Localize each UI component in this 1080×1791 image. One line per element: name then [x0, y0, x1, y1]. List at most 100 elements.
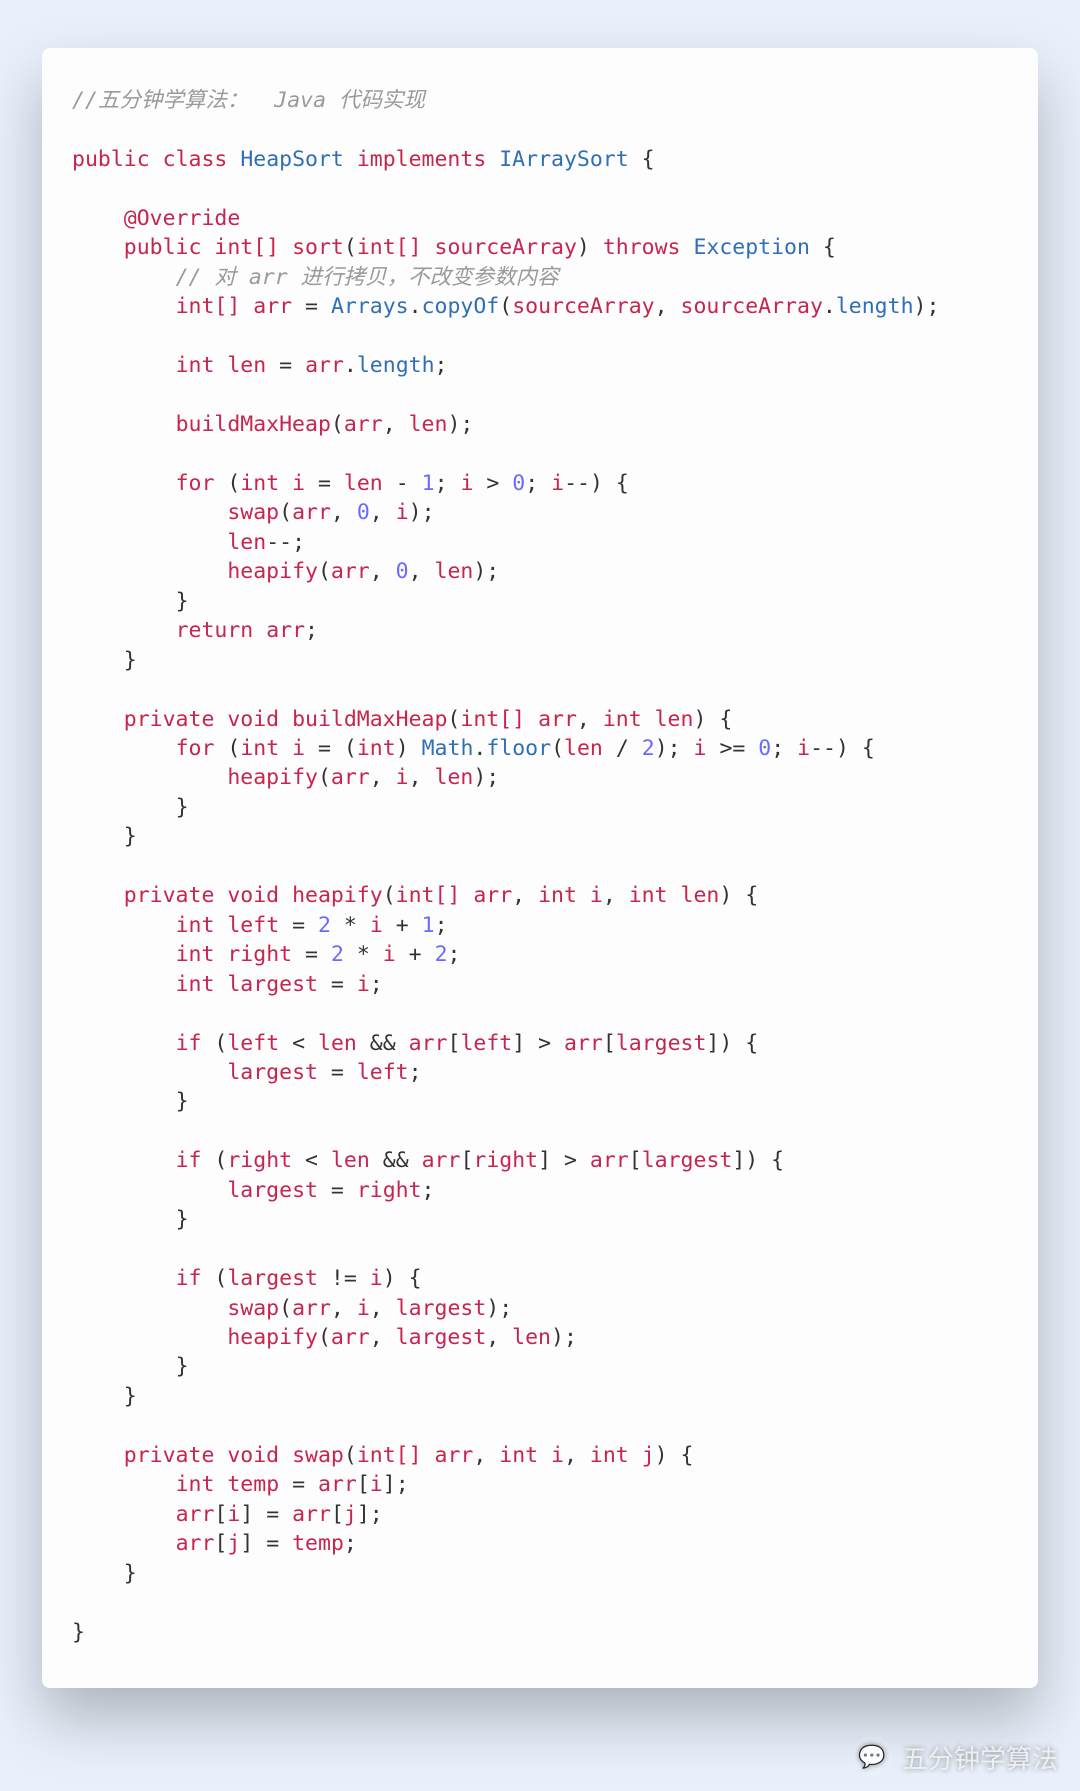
- id-arr: arr: [253, 294, 292, 319]
- id-arr: arr: [538, 707, 577, 732]
- code-card: //五分钟学算法： Java 代码实现 public class HeapSor…: [42, 48, 1038, 1688]
- id-len: len: [227, 530, 266, 555]
- kw-void: void: [227, 707, 279, 732]
- mtd-heapify: heapify: [292, 883, 383, 908]
- kw-int: int: [240, 471, 279, 496]
- id-i: i: [370, 1266, 383, 1291]
- id-largest: largest: [642, 1148, 733, 1173]
- kw-int: int: [176, 353, 215, 378]
- id-sourcearray: sourceArray: [681, 294, 823, 319]
- id-largest: largest: [227, 1266, 318, 1291]
- num-1: 1: [422, 913, 435, 938]
- id-len: len: [435, 765, 474, 790]
- cls-exception: Exception: [693, 235, 810, 260]
- kw-for: for: [176, 471, 215, 496]
- mtd-swap: swap: [227, 500, 279, 525]
- kw-int: int: [629, 883, 668, 908]
- kw-int: int: [499, 1443, 538, 1468]
- id-len: len: [409, 412, 448, 437]
- kw-if: if: [176, 1148, 202, 1173]
- id-arr: arr: [344, 412, 383, 437]
- kw-intarr: int[]: [357, 1443, 422, 1468]
- id-arr: arr: [590, 1148, 629, 1173]
- num-0: 0: [357, 500, 370, 525]
- id-largest: largest: [616, 1031, 707, 1056]
- id-arr: arr: [435, 1443, 474, 1468]
- id-j: j: [227, 1531, 240, 1556]
- id-arr: arr: [305, 353, 344, 378]
- kw-private: private: [124, 1443, 215, 1468]
- ann-override: @Override: [124, 206, 241, 231]
- id-left: left: [227, 913, 279, 938]
- id-j: j: [642, 1443, 655, 1468]
- id-largest: largest: [396, 1296, 487, 1321]
- kw-int: int: [176, 942, 215, 967]
- id-len: len: [344, 471, 383, 496]
- id-i: i: [551, 471, 564, 496]
- id-length: length: [357, 353, 435, 378]
- kw-intarr: int[]: [357, 235, 422, 260]
- id-largest: largest: [227, 1060, 318, 1085]
- id-i: i: [357, 972, 370, 997]
- kw-public: public: [124, 235, 202, 260]
- kw-int: int: [603, 707, 642, 732]
- id-arr: arr: [422, 1148, 461, 1173]
- id-len: len: [318, 1031, 357, 1056]
- mtd-buildmaxheap: buildMaxHeap: [292, 707, 447, 732]
- id-arr: arr: [292, 500, 331, 525]
- num-2: 2: [642, 736, 655, 761]
- kw-int: int: [538, 883, 577, 908]
- kw-if: if: [176, 1266, 202, 1291]
- id-len: len: [227, 353, 266, 378]
- id-sourcearray: sourceArray: [435, 235, 577, 260]
- kw-class: class: [163, 147, 228, 172]
- mtd-heapify: heapify: [227, 765, 318, 790]
- id-j: j: [344, 1502, 357, 1527]
- mtd-swap: swap: [292, 1443, 344, 1468]
- id-arr: arr: [292, 1502, 331, 1527]
- id-temp: temp: [227, 1472, 279, 1497]
- mtd-sort: sort: [292, 235, 344, 260]
- kw-private: private: [124, 707, 215, 732]
- kw-int: int: [176, 1472, 215, 1497]
- id-left: left: [460, 1031, 512, 1056]
- id-right: right: [473, 1148, 538, 1173]
- kw-int: int: [176, 913, 215, 938]
- num-0: 0: [396, 559, 409, 584]
- kw-int: int: [240, 736, 279, 761]
- id-i: i: [396, 500, 409, 525]
- watermark: 💬 五分钟学算法: [852, 1737, 1058, 1777]
- id-arr: arr: [176, 1531, 215, 1556]
- kw-return: return: [176, 618, 254, 643]
- id-arr: arr: [176, 1502, 215, 1527]
- num-2: 2: [318, 913, 331, 938]
- cls-arrays: Arrays: [331, 294, 409, 319]
- id-len: len: [681, 883, 720, 908]
- id-len: len: [512, 1325, 551, 1350]
- id-largest: largest: [227, 1178, 318, 1203]
- watermark-text: 五分钟学算法: [902, 1739, 1058, 1776]
- id-i: i: [292, 736, 305, 761]
- kw-throws: throws: [603, 235, 681, 260]
- kw-if: if: [176, 1031, 202, 1056]
- id-i: i: [370, 1472, 383, 1497]
- id-arr: arr: [331, 765, 370, 790]
- id-left: left: [357, 1060, 409, 1085]
- num-1: 1: [422, 471, 435, 496]
- kw-void: void: [227, 883, 279, 908]
- id-i: i: [797, 736, 810, 761]
- kw-intarr: int[]: [460, 707, 525, 732]
- id-length: length: [836, 294, 914, 319]
- mtd-buildmaxheap: buildMaxHeap: [176, 412, 331, 437]
- num-2: 2: [435, 942, 448, 967]
- id-arr: arr: [473, 883, 512, 908]
- id-arr: arr: [318, 1472, 357, 1497]
- num-2: 2: [331, 942, 344, 967]
- id-i: i: [694, 736, 707, 761]
- id-arr: arr: [331, 559, 370, 584]
- num-0: 0: [758, 736, 771, 761]
- id-right: right: [227, 942, 292, 967]
- id-right: right: [357, 1178, 422, 1203]
- num-0: 0: [512, 471, 525, 496]
- id-i: i: [590, 883, 603, 908]
